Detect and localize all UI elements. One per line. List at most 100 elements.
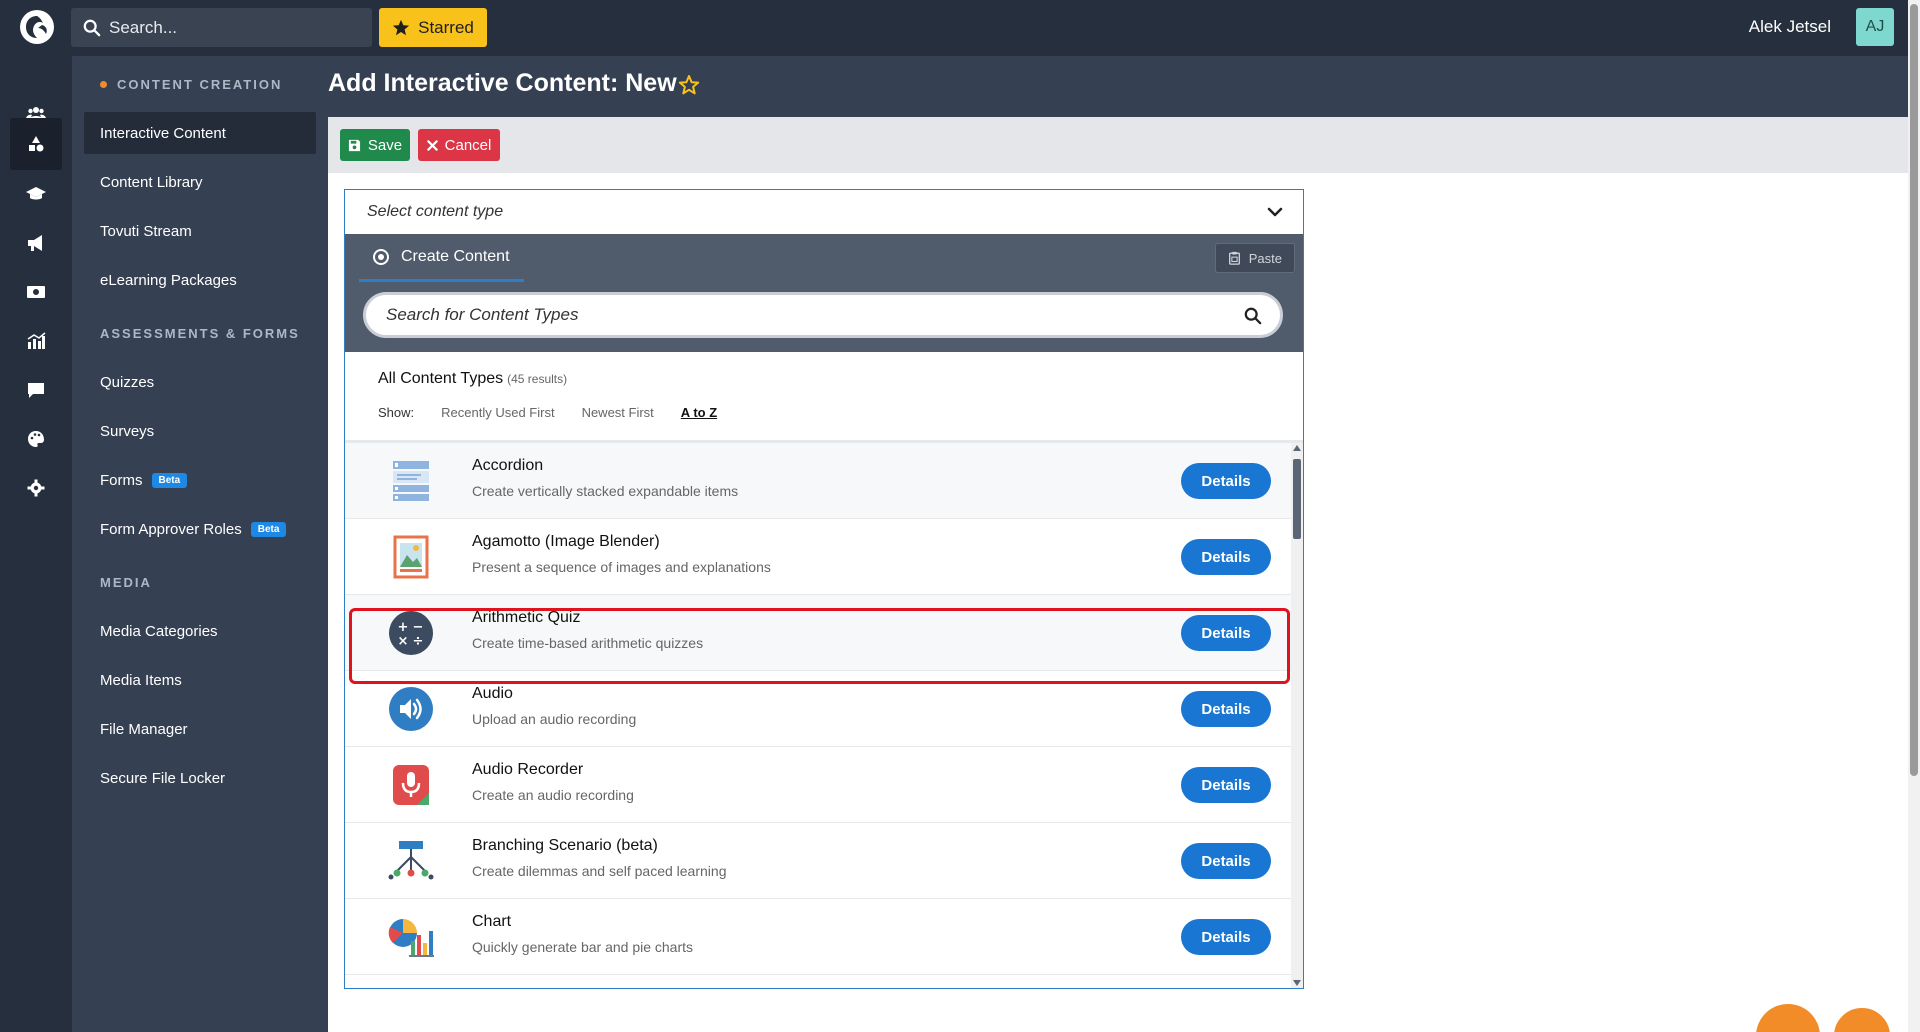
- sort-a-to-z[interactable]: A to Z: [681, 405, 717, 420]
- sidebar-item-content-library[interactable]: Content Library: [84, 161, 316, 203]
- content-type-search-input[interactable]: Search for Content Types: [363, 292, 1283, 338]
- panel-tab-bar: Create Content Paste: [345, 234, 1303, 282]
- results-title: All Content Types: [378, 370, 504, 387]
- list-item[interactable]: + − × ÷ Arithmetic Quiz Create time-base…: [345, 595, 1291, 671]
- list-item[interactable]: Branching Scenario (beta) Create dilemma…: [345, 823, 1291, 899]
- support-button[interactable]: [1830, 1004, 1894, 1032]
- rail-branding[interactable]: [10, 413, 62, 465]
- favorite-star-icon[interactable]: [678, 74, 700, 96]
- svg-text:÷: ÷: [413, 634, 424, 649]
- svg-text:+: +: [398, 620, 409, 635]
- sidebar-item-quizzes[interactable]: Quizzes: [84, 361, 316, 403]
- branching-icon: [388, 841, 434, 880]
- sidebar-item-interactive-content[interactable]: Interactive Content: [84, 112, 316, 154]
- sidebar-item-secure-file-locker[interactable]: Secure File Locker: [84, 757, 316, 799]
- search-icon[interactable]: [1244, 307, 1262, 325]
- paste-button[interactable]: Paste: [1214, 243, 1295, 273]
- beta-badge: Beta: [250, 521, 287, 537]
- details-button[interactable]: Details: [1181, 919, 1271, 955]
- sidebar-item-forms[interactable]: Forms Beta: [84, 459, 316, 501]
- sort-newest[interactable]: Newest First: [582, 405, 654, 420]
- global-search-input[interactable]: Search...: [71, 8, 372, 47]
- microphone-icon: [393, 765, 429, 805]
- sidebar-item-tovuti-stream[interactable]: Tovuti Stream: [84, 210, 316, 252]
- floppy-disk-icon: [348, 139, 360, 151]
- item-name: Branching Scenario (beta): [472, 837, 658, 854]
- item-name: Chart: [472, 913, 512, 930]
- sort-recently-used[interactable]: Recently Used First: [441, 405, 554, 420]
- list-item[interactable]: Accordion Create vertically stacked expa…: [345, 443, 1291, 519]
- save-button[interactable]: Save: [340, 129, 410, 161]
- chevron-down-icon: [1267, 207, 1283, 217]
- item-description: Create dilemmas and self paced learning: [472, 863, 727, 879]
- item-name: Audio: [472, 685, 513, 702]
- list-item[interactable]: Agamotto (Image Blender) Present a seque…: [345, 519, 1291, 595]
- details-button[interactable]: Details: [1181, 463, 1271, 499]
- item-name: Arithmetic Quiz: [472, 609, 581, 626]
- rail-announcements[interactable]: [10, 217, 62, 269]
- logo[interactable]: [20, 10, 54, 44]
- details-button[interactable]: Details: [1181, 615, 1271, 651]
- cancel-button[interactable]: Cancel: [418, 129, 500, 161]
- sidebar-heading-content-creation: CONTENT CREATION: [100, 77, 282, 92]
- user-name[interactable]: Alek Jetsel: [1749, 17, 1831, 37]
- avatar[interactable]: AJ: [1856, 8, 1894, 46]
- global-search-placeholder: Search...: [109, 17, 178, 37]
- scroll-down-arrow[interactable]: [1293, 980, 1301, 986]
- megaphone-icon: [28, 235, 42, 251]
- content-type-panel: Select content type Create Content Paste…: [344, 189, 1304, 989]
- tovuti-logo-icon: [26, 16, 47, 38]
- sidebar-heading-media: MEDIA: [100, 575, 152, 590]
- list-item[interactable]: Audio Upload an audio recording Details: [345, 671, 1291, 747]
- sidebar: CONTENT CREATION Interactive Content Con…: [72, 56, 328, 1032]
- radio-icon: [373, 248, 389, 265]
- details-button[interactable]: Details: [1181, 539, 1271, 575]
- scroll-thumb[interactable]: [1293, 459, 1301, 539]
- content-type-select[interactable]: Select content type: [345, 190, 1303, 234]
- sidebar-item-form-approver-roles[interactable]: Form Approver Roles Beta: [84, 508, 316, 550]
- svg-text:×: ×: [398, 634, 409, 649]
- accordion-icon: [393, 461, 429, 501]
- gear-icon: [27, 479, 45, 497]
- list-item[interactable]: Audio Recorder Create an audio recording…: [345, 747, 1291, 823]
- list-item[interactable]: Chart Quickly generate bar and pie chart…: [345, 899, 1291, 975]
- sidebar-item-surveys[interactable]: Surveys: [84, 410, 316, 452]
- search-icon: [83, 19, 101, 36]
- help-chat-button[interactable]: [1756, 1004, 1820, 1032]
- content-type-search-placeholder: Search for Content Types: [386, 305, 579, 324]
- beta-badge: Beta: [151, 472, 188, 488]
- icon-rail: [0, 56, 72, 1032]
- sidebar-item-media-categories[interactable]: Media Categories: [84, 610, 316, 652]
- sidebar-item-media-items[interactable]: Media Items: [84, 659, 316, 701]
- save-label: Save: [367, 136, 403, 154]
- page-scroll-thumb[interactable]: [1910, 4, 1918, 776]
- sidebar-heading-assessments: ASSESSMENTS & FORMS: [100, 326, 300, 341]
- tab-create-content[interactable]: Create Content: [359, 234, 524, 282]
- rail-analytics[interactable]: [10, 315, 62, 367]
- rail-chat[interactable]: [10, 364, 62, 416]
- page-scrollbar[interactable]: [1908, 0, 1920, 1032]
- item-name: Agamotto (Image Blender): [472, 533, 660, 550]
- rail-settings[interactable]: [10, 462, 62, 514]
- analytics-icon: [27, 332, 46, 349]
- action-bar: [328, 117, 1920, 173]
- star-icon: [393, 19, 410, 35]
- content-type-select-placeholder: Select content type: [367, 203, 504, 220]
- rail-learning[interactable]: [10, 168, 62, 220]
- active-section-dot: [100, 81, 107, 89]
- details-button[interactable]: Details: [1181, 691, 1271, 727]
- item-name: Audio Recorder: [472, 761, 584, 778]
- graduation-cap-icon: [26, 187, 46, 200]
- details-button[interactable]: Details: [1181, 843, 1271, 879]
- starred-button[interactable]: Starred: [379, 8, 487, 47]
- sidebar-item-elearning-packages[interactable]: eLearning Packages: [84, 259, 316, 301]
- scroll-up-arrow[interactable]: [1293, 445, 1301, 451]
- rail-media[interactable]: [10, 266, 62, 318]
- list-scrollbar[interactable]: [1291, 443, 1303, 988]
- details-button[interactable]: Details: [1181, 767, 1271, 803]
- audio-icon: [389, 687, 433, 731]
- rail-content-creation[interactable]: [10, 118, 62, 170]
- content-type-list: Accordion Create vertically stacked expa…: [345, 443, 1291, 988]
- sidebar-item-file-manager[interactable]: File Manager: [84, 708, 316, 750]
- svg-text:−: −: [413, 620, 424, 635]
